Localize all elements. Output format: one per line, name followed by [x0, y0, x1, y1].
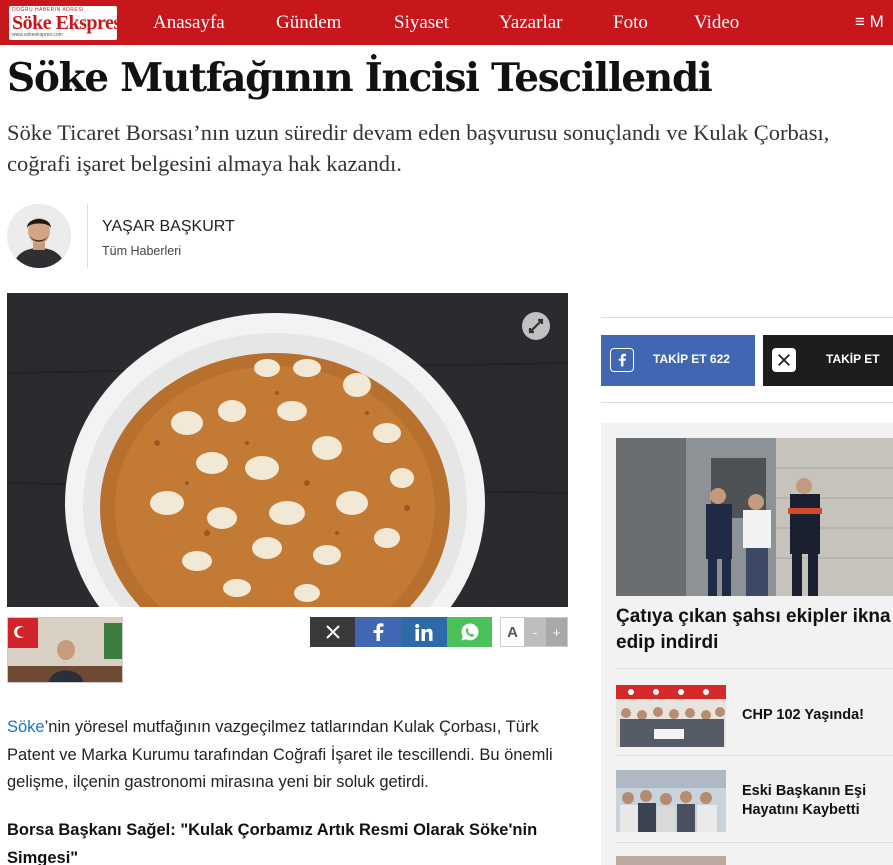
author-name[interactable]: YAŞAR BAŞKURT [102, 218, 235, 236]
share-x-button[interactable] [310, 617, 355, 647]
lead-news-image[interactable] [616, 438, 893, 596]
author-avatar[interactable] [7, 204, 71, 268]
author-photo [7, 204, 71, 268]
share-whatsapp-button[interactable] [447, 617, 492, 647]
lead-news-title[interactable]: Çatıya çıkan şahsı ekipler ikna edip ind… [616, 604, 893, 656]
nav-item-video[interactable]: Video [694, 12, 739, 34]
funeral-photo [616, 770, 726, 832]
article-title: Söke Mutfağının İncisi Tescillendi [7, 55, 713, 101]
linkedin-icon [415, 623, 433, 641]
facebook-icon [610, 348, 634, 372]
site-logo[interactable]: DOĞRU HABERIN ADRESI Söke Ekspres www.so… [9, 6, 121, 40]
soup-bowl-photo [7, 293, 568, 607]
article-paragraph-text: ’nin yöresel mutfağının vazgeçilmez tatl… [7, 718, 553, 791]
follow-x-button[interactable]: TAKİP ET [763, 335, 893, 386]
facebook-icon [373, 623, 384, 641]
gallery-thumbnail[interactable] [7, 617, 123, 683]
article-subheading: Borsa Başkanı Sağel: "Kulak Çorbamız Art… [7, 821, 538, 865]
news-title-funeral[interactable]: Eski Başkanın Eşi Hayatını Kaybetti [742, 782, 892, 820]
nav-item-yazarlar[interactable]: Yazarlar [499, 12, 563, 34]
sidebar-divider [616, 842, 893, 843]
nav-item-anasayfa[interactable]: Anasayfa [153, 12, 225, 34]
top-navbar: DOĞRU HABERIN ADRESI Söke Ekspres www.so… [0, 0, 893, 45]
share-linkedin-button[interactable] [401, 617, 447, 647]
article-summary: Söke Ticaret Borsası’nın uzun süredir de… [7, 120, 830, 176]
follow-facebook-label: TAKİP ET 622 [653, 352, 730, 366]
sidebar-divider [601, 402, 893, 403]
expand-icon [528, 318, 544, 334]
x-logo-icon [325, 625, 340, 639]
hero-image[interactable] [7, 293, 568, 607]
sidebar-divider [616, 755, 893, 756]
nav-item-siyaset[interactable]: Siyaset [394, 12, 449, 34]
sidebar-divider [601, 317, 893, 318]
follow-facebook-button[interactable]: TAKİP ET 622 [601, 335, 755, 386]
sidebar-divider [616, 668, 893, 669]
nav-item-foto[interactable]: Foto [613, 12, 648, 34]
menu-button[interactable]: ≡ M [855, 12, 884, 32]
follow-x-label: TAKİP ET [826, 352, 880, 366]
author-all-news-link[interactable]: Tüm Haberleri [102, 244, 181, 258]
lead-news-photo [616, 438, 893, 596]
font-size-controls: A - + [500, 617, 568, 647]
share-facebook-button[interactable] [355, 617, 401, 647]
expand-image-button[interactable] [522, 312, 550, 340]
font-increase-button[interactable]: + [546, 618, 567, 646]
news-thumb-chp[interactable] [616, 685, 726, 747]
article-paragraph: Söke’nin yöresel mutfağının vazgeçilmez … [7, 714, 567, 797]
font-size-label: A [507, 623, 518, 641]
whatsapp-icon [461, 623, 478, 641]
thumbnail-photo [8, 618, 122, 682]
x-logo-icon [772, 348, 796, 372]
news-thumb-funeral[interactable] [616, 770, 726, 832]
logo-subline: www.sokeekspres.com [12, 32, 63, 38]
nav-item-gundem[interactable]: Gündem [276, 12, 341, 34]
news-title-chp[interactable]: CHP 102 Yaşında! [742, 706, 892, 725]
chp-event-photo [616, 685, 726, 747]
news-thumb-next[interactable] [616, 856, 726, 865]
author-divider [87, 204, 88, 268]
font-decrease-button[interactable]: - [524, 618, 546, 646]
soke-tag-link[interactable]: Söke [7, 718, 45, 736]
